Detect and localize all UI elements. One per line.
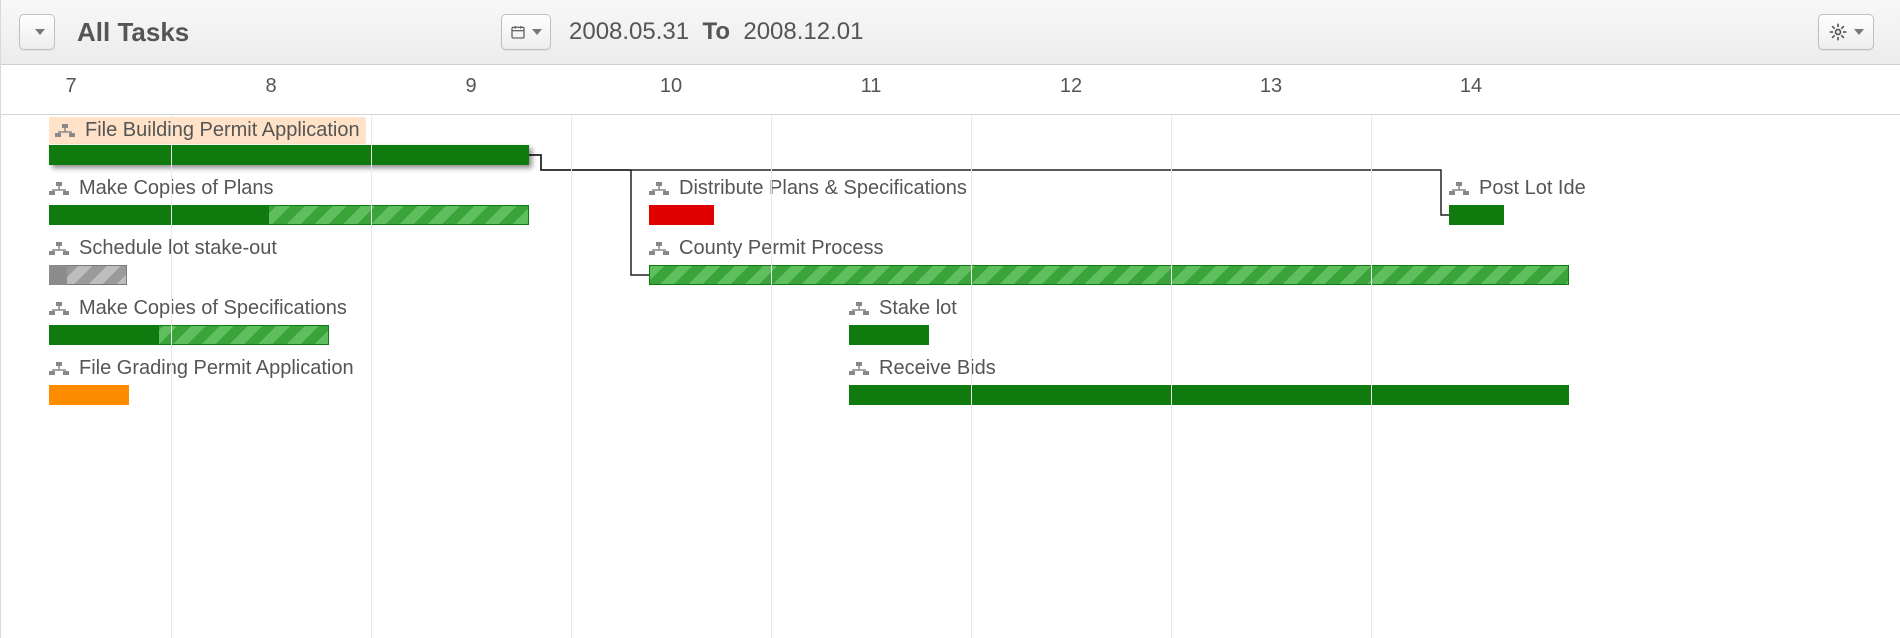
grid-line <box>1171 115 1172 638</box>
task-label[interactable]: Schedule lot stake-out <box>49 237 277 260</box>
task-bar-progress[interactable] <box>49 325 159 345</box>
grid-line <box>371 115 372 638</box>
calendar-icon <box>510 21 526 43</box>
task-name: Distribute Plans & Specifications <box>679 177 967 200</box>
grid-line <box>1371 115 1372 638</box>
date-to-word: To <box>702 18 730 45</box>
date-range: 2008.05.31 To 2008.12.01 <box>501 14 863 50</box>
hierarchy-icon <box>49 242 69 256</box>
time-tick: 11 <box>861 75 882 98</box>
task-bar-progress[interactable] <box>49 205 269 225</box>
task-bar[interactable] <box>849 325 929 345</box>
hierarchy-icon <box>849 362 869 376</box>
time-tick: 10 <box>660 75 682 98</box>
task-name: File Building Permit Application <box>85 119 360 142</box>
hierarchy-icon <box>849 302 869 316</box>
date-from: 2008.05.31 <box>569 18 689 45</box>
task-name: Schedule lot stake-out <box>79 237 277 260</box>
settings-button[interactable] <box>1818 14 1874 50</box>
task-label[interactable]: Receive Bids <box>849 357 996 380</box>
gantt-timeline: 7 8 9 10 11 12 13 14 File Building Permit Appli… <box>1 65 1900 638</box>
task-name: County Permit Process <box>679 237 884 260</box>
time-tick: 9 <box>465 75 476 98</box>
task-label[interactable]: File Grading Permit Application <box>49 357 354 380</box>
task-label[interactable]: Make Copies of Plans <box>49 177 274 200</box>
task-bar[interactable] <box>849 385 1569 405</box>
task-name: File Grading Permit Application <box>79 357 354 380</box>
task-name: Make Copies of Specifications <box>79 297 347 320</box>
grid-line <box>171 115 172 638</box>
grid-line <box>771 115 772 638</box>
task-name: Receive Bids <box>879 357 996 380</box>
task-bar[interactable] <box>1449 205 1504 225</box>
time-tick: 7 <box>65 75 76 98</box>
caret-down-icon <box>1854 29 1864 35</box>
task-label[interactable]: Stake lot <box>849 297 957 320</box>
caret-down-icon <box>532 29 542 35</box>
task-bar[interactable] <box>49 385 129 405</box>
task-bar[interactable] <box>49 145 529 165</box>
task-label[interactable]: Post Lot Ide <box>1449 177 1586 200</box>
date-to: 2008.12.01 <box>743 18 863 45</box>
task-label[interactable]: Make Copies of Specifications <box>49 297 347 320</box>
page-title: All Tasks <box>77 17 189 48</box>
task-label[interactable]: Distribute Plans & Specifications <box>649 177 967 200</box>
grid-line <box>571 115 572 638</box>
hierarchy-icon <box>55 124 75 138</box>
view-menu-button[interactable] <box>19 14 55 50</box>
task-bar[interactable] <box>649 265 1569 285</box>
calendar-button[interactable] <box>501 14 551 50</box>
time-tick: 8 <box>265 75 276 98</box>
date-range-text: 2008.05.31 To 2008.12.01 <box>569 18 863 46</box>
task-label[interactable]: File Building Permit Application <box>49 117 366 144</box>
task-name: Stake lot <box>879 297 957 320</box>
time-tick: 14 <box>1460 75 1482 98</box>
hierarchy-icon <box>649 182 669 196</box>
time-tick: 12 <box>1060 75 1082 98</box>
hierarchy-icon <box>49 302 69 316</box>
hierarchy-icon <box>49 182 69 196</box>
hierarchy-icon <box>49 362 69 376</box>
grid-line <box>971 115 972 638</box>
task-name: Make Copies of Plans <box>79 177 274 200</box>
caret-down-icon <box>35 29 45 35</box>
task-label[interactable]: County Permit Process <box>649 237 884 260</box>
hierarchy-icon <box>649 242 669 256</box>
gear-icon <box>1828 22 1848 42</box>
time-tick: 13 <box>1260 75 1282 98</box>
time-scale: 7 8 9 10 11 12 13 14 <box>1 65 1900 115</box>
hierarchy-icon <box>1449 182 1469 196</box>
task-bar[interactable] <box>649 205 714 225</box>
task-bar-progress[interactable] <box>49 265 67 285</box>
gantt-body[interactable]: File Building Permit Application Make Cop… <box>1 115 1900 638</box>
toolbar: All Tasks 2008.05.31 To 2008.12.01 <box>1 0 1900 65</box>
task-name: Post Lot Ide <box>1479 177 1586 200</box>
